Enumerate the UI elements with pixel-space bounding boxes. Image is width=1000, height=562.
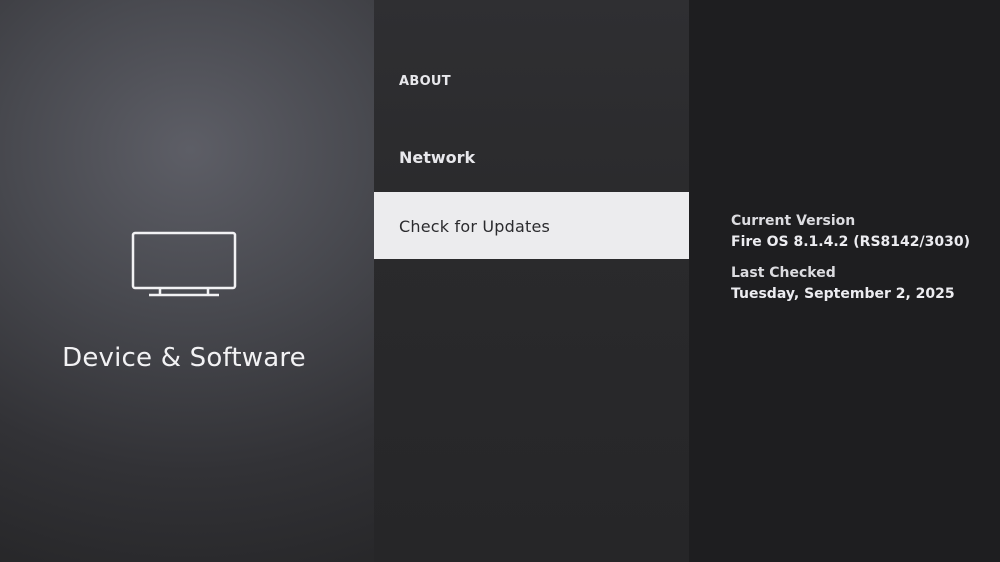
menu-item-about[interactable]: ABOUT xyxy=(374,74,689,89)
settings-menu: ABOUT Network Check for Updates xyxy=(374,0,689,562)
menu-item-check-for-updates[interactable]: Check for Updates xyxy=(374,192,689,259)
last-checked-value: Tuesday, September 2, 2025 xyxy=(731,286,955,302)
category-title: Device & Software xyxy=(62,343,306,373)
current-version-value: Fire OS 8.1.4.2 (RS8142/3030) xyxy=(731,234,970,250)
current-version-label: Current Version xyxy=(731,213,856,229)
menu-item-network[interactable]: Network xyxy=(374,148,689,167)
last-checked-block: Last Checked Tuesday, September 2, 2025 xyxy=(731,263,955,305)
settings-screen: Device & Software ABOUT Network Check fo… xyxy=(0,0,1000,562)
tv-icon xyxy=(131,231,237,297)
current-version-block: Current Version Fire OS 8.1.4.2 (RS8142/… xyxy=(731,211,970,253)
details-panel: Current Version Fire OS 8.1.4.2 (RS8142/… xyxy=(689,0,1000,562)
category-panel: Device & Software xyxy=(0,0,374,562)
last-checked-label: Last Checked xyxy=(731,265,836,281)
